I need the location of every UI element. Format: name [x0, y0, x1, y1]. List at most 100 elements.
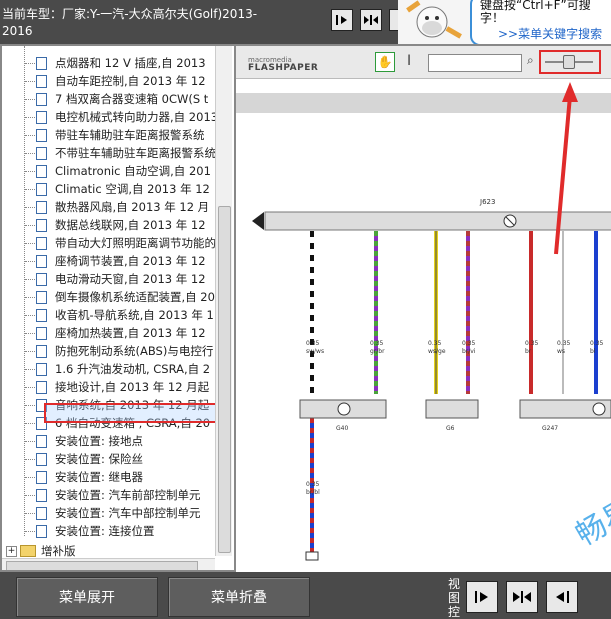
- document-icon: [36, 308, 47, 322]
- tree-item[interactable]: 座椅调节装置,自 2013 年 12: [36, 252, 206, 270]
- arrow-right-bar-icon: [475, 591, 488, 603]
- tree-item-label: 电控机械式转向助力器,自 2013: [55, 110, 219, 124]
- tree-item[interactable]: 带自动大灯照明距离调节功能的: [36, 234, 216, 252]
- tree-branch-line: [25, 495, 35, 496]
- tree-item[interactable]: 自动车距控制,自 2013 年 12: [36, 72, 206, 90]
- tree-branch-line: [25, 189, 35, 190]
- tree-branch-line: [25, 459, 35, 460]
- menu-keyword-search-link[interactable]: >>菜单关键字搜索: [498, 25, 602, 42]
- document-icon: [36, 272, 47, 286]
- document-icon: [36, 146, 47, 160]
- tree-branch-line: [25, 513, 35, 514]
- tree-item-label: 安装位置: 连接位置: [55, 524, 155, 538]
- arrow-left-bar-icon: [556, 591, 569, 603]
- tree-item[interactable]: 座椅加热装置,自 2013 年 12: [36, 324, 206, 342]
- tree-item[interactable]: 带驻车辅助驻车距离报警系统: [36, 126, 205, 144]
- tree-branch-line: [25, 171, 35, 172]
- hscroll-thumb[interactable]: [6, 561, 198, 570]
- menu-expand-button[interactable]: 菜单展开: [16, 577, 158, 617]
- document-icon: [36, 92, 47, 106]
- tree-item-label: 点烟器和 12 V 插座,自 2013: [55, 56, 206, 70]
- tree-item-label: 收音机-导航系统,自 2013 年 1: [55, 308, 214, 322]
- tree-item[interactable]: 7 档双离合器变速箱 0CW(S t: [36, 90, 208, 108]
- menu-collapse-button[interactable]: 菜单折叠: [168, 577, 310, 617]
- tree-branch-line: [25, 423, 35, 424]
- tree-item[interactable]: 电动滑动天窗,自 2013 年 12: [36, 270, 206, 288]
- view-control-label: 视图控: [448, 577, 461, 619]
- tree-item[interactable]: 安装位置: 接地点: [36, 432, 143, 450]
- arrow-right-bar-icon: [336, 15, 347, 25]
- tree-item-label: 倒车摄像机系统适配装置,自 20: [55, 290, 215, 304]
- tree-branch-line: [25, 531, 35, 532]
- document-icon: [36, 380, 47, 394]
- footer-bar: 菜单展开 菜单折叠 视图控: [0, 572, 611, 619]
- tree-branch-line: [25, 207, 35, 208]
- tree-branch-line: [25, 441, 35, 442]
- document-icon: [36, 56, 47, 70]
- folder-label: 增补版: [41, 544, 76, 558]
- tree-item-label: 座椅调节装置,自 2013 年 12: [55, 254, 206, 268]
- tree-item[interactable]: 安装位置: 继电器: [36, 468, 143, 486]
- tree-item[interactable]: 安装位置: 汽车中部控制单元: [36, 504, 201, 522]
- nav-center-button[interactable]: [360, 9, 382, 31]
- tree-branch-line: [25, 225, 35, 226]
- tree-branch-line: [25, 369, 35, 370]
- tree-item[interactable]: 收音机-导航系统,自 2013 年 1: [36, 306, 214, 324]
- tree-item[interactable]: 电控机械式转向助力器,自 2013: [36, 108, 218, 126]
- tree-branch-line: [25, 405, 35, 406]
- document-icon: [36, 344, 47, 358]
- tree-branch-line: [25, 315, 35, 316]
- document-icon: [36, 452, 47, 466]
- tree-folder-addendum[interactable]: + 增补版: [6, 543, 76, 559]
- document-icon: [36, 218, 47, 232]
- tree-item-label: 散热器风扇,自 2013 年 12 月: [55, 200, 210, 214]
- view-right-button[interactable]: [546, 581, 578, 613]
- title-bar: 当前车型：厂家:Y-一汽-大众高尔夫(Golf)2013- 2016: [0, 0, 400, 44]
- tree-item[interactable]: 安装位置: 汽车前部控制单元: [36, 486, 201, 504]
- tree-branch-line: [25, 261, 35, 262]
- tree-branch-line: [25, 477, 35, 478]
- tree-item[interactable]: 不带驻车辅助驻车距离报警系统: [36, 144, 216, 162]
- document-icon: [36, 128, 47, 142]
- tree-item[interactable]: 防抱死制动系统(ABS)与电控行: [36, 342, 213, 360]
- tree-branch-line: [25, 99, 35, 100]
- view-split-button[interactable]: [506, 581, 538, 613]
- document-icon: [36, 326, 47, 340]
- nav-prev-button[interactable]: [331, 9, 353, 31]
- document-icon: [36, 200, 47, 214]
- tree-item-label: 安装位置: 继电器: [55, 470, 144, 484]
- document-icon: [36, 362, 47, 376]
- tree-branch-line: [25, 351, 35, 352]
- tree-item[interactable]: 安装位置: 保险丝: [36, 450, 143, 468]
- tree-item[interactable]: Climatronic 自动空调,自 201: [36, 162, 211, 180]
- tree-horizontal-scrollbar[interactable]: [2, 558, 215, 570]
- tree-item[interactable]: 散热器风扇,自 2013 年 12 月: [36, 198, 209, 216]
- flashpaper-viewer: macromedia FLASHPAPER ✋ I ⌕ J623 0.35 sw…: [236, 44, 611, 572]
- tree-item[interactable]: 点烟器和 12 V 插座,自 2013: [36, 54, 206, 72]
- tree-item-label: 带自动大灯照明距离调节功能的: [55, 236, 216, 250]
- tree-branch-line: [25, 387, 35, 388]
- tree-item-label: 数据总线联网,自 2013 年 12: [55, 218, 206, 232]
- document-icon: [36, 488, 47, 502]
- tree-item[interactable]: 数据总线联网,自 2013 年 12: [36, 216, 206, 234]
- tree-branch-line: [25, 81, 35, 82]
- view-left-button[interactable]: [466, 581, 498, 613]
- expand-plus-icon[interactable]: +: [6, 545, 17, 557]
- tree-item[interactable]: 1.6 升汽油发动机, CSRA,自 2: [36, 360, 210, 378]
- tree-item[interactable]: 接地设计,自 2013 年 12 月起: [36, 378, 209, 396]
- document-icon: [36, 506, 47, 520]
- tree-branch-line: [25, 243, 35, 244]
- tree-vertical-scrollbar[interactable]: [215, 46, 232, 556]
- document-icon: [36, 236, 47, 250]
- search-tip-banner: 键盘按“Ctrl+F”可搜 字！ >>菜单关键字搜索: [398, 0, 611, 46]
- tree-item[interactable]: Climatic 空调,自 2013 年 12: [36, 180, 210, 198]
- tree-item[interactable]: 安装位置: 连接位置: [36, 522, 155, 540]
- tree-item[interactable]: 倒车摄像机系统适配装置,自 20: [36, 288, 215, 306]
- document-icon: [36, 524, 47, 538]
- vehicle-title-line1: 当前车型：厂家:Y-一汽-大众高尔夫(Golf)2013-: [2, 7, 258, 21]
- document-icon: [36, 434, 47, 448]
- scrollbar-thumb[interactable]: [218, 206, 231, 553]
- tree-branch-line: [25, 297, 35, 298]
- tree-branch-line: [25, 117, 35, 118]
- tree-item-label: 不带驻车辅助驻车距离报警系统: [55, 146, 216, 160]
